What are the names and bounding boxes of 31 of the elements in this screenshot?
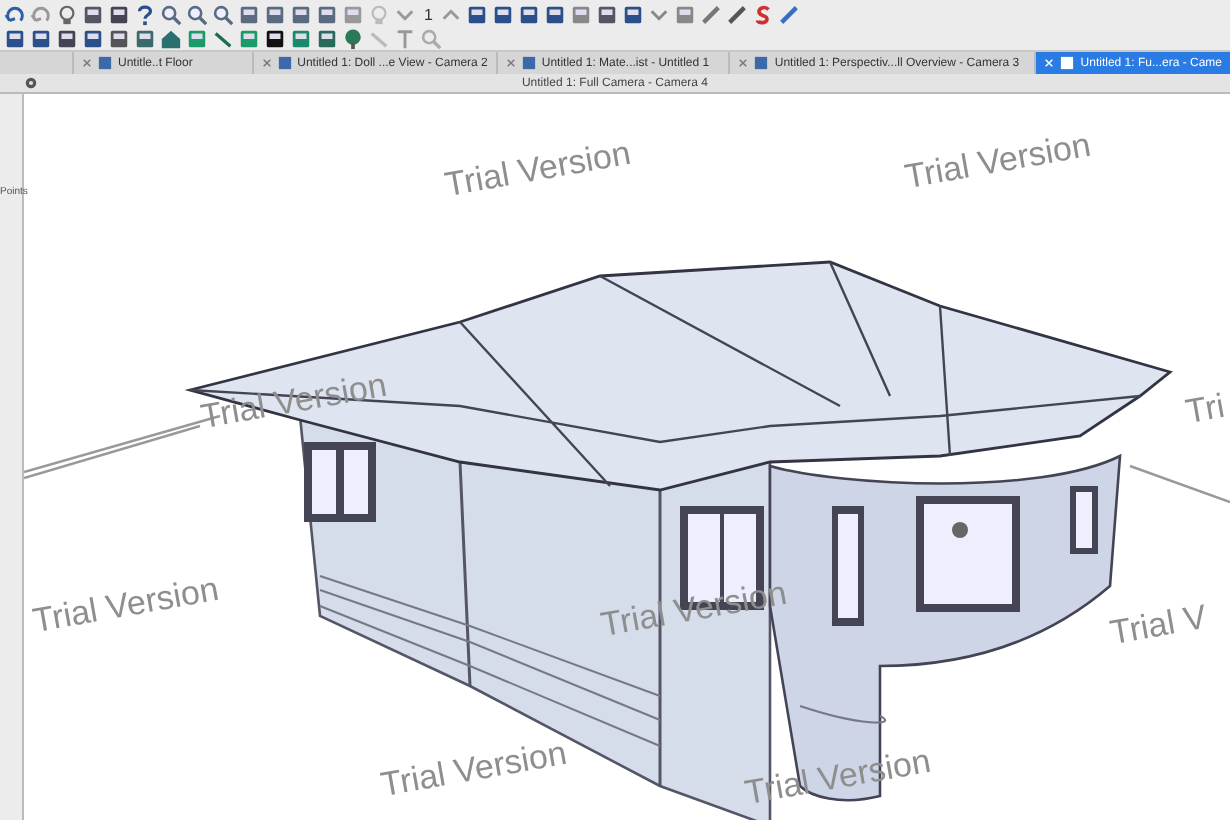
watermark-text: Trial V [1107,597,1210,655]
document-icon [98,56,112,70]
close-icon[interactable] [738,58,749,68]
close-icon[interactable] [505,58,516,68]
bulb-icon[interactable] [56,3,78,25]
help-icon[interactable] [134,3,156,25]
document-icon [277,56,292,70]
watermark-text: Trial Version [29,570,222,642]
tree-icon[interactable] [342,27,364,49]
close-icon[interactable] [82,58,92,68]
s-letter-icon[interactable] [752,3,775,25]
document-icon [754,56,769,70]
watermark-text: Trial Version [597,574,790,646]
undo-icon[interactable] [4,3,26,25]
line-icon[interactable] [212,27,234,49]
watermark-text: Trial Version [901,126,1094,198]
watermark-text: Trial Version [741,742,934,814]
gear-icon[interactable] [24,76,38,90]
zoom-in-icon[interactable] [186,3,208,25]
watermark-text: Tri [1182,386,1228,434]
document-icon [521,56,536,70]
toolbar-number: 1 [422,5,435,23]
watermark-text: Trial Version [441,134,634,206]
zoom-icon[interactable] [160,3,182,25]
close-icon[interactable] [261,58,272,68]
watermark-text: Trial Version [197,366,390,438]
panel-icon[interactable] [82,3,104,25]
watermark-text: Trial Version [377,734,570,806]
zoom-out-icon[interactable] [212,3,234,25]
panel-icon[interactable] [108,3,130,25]
document-icon [1060,56,1075,70]
